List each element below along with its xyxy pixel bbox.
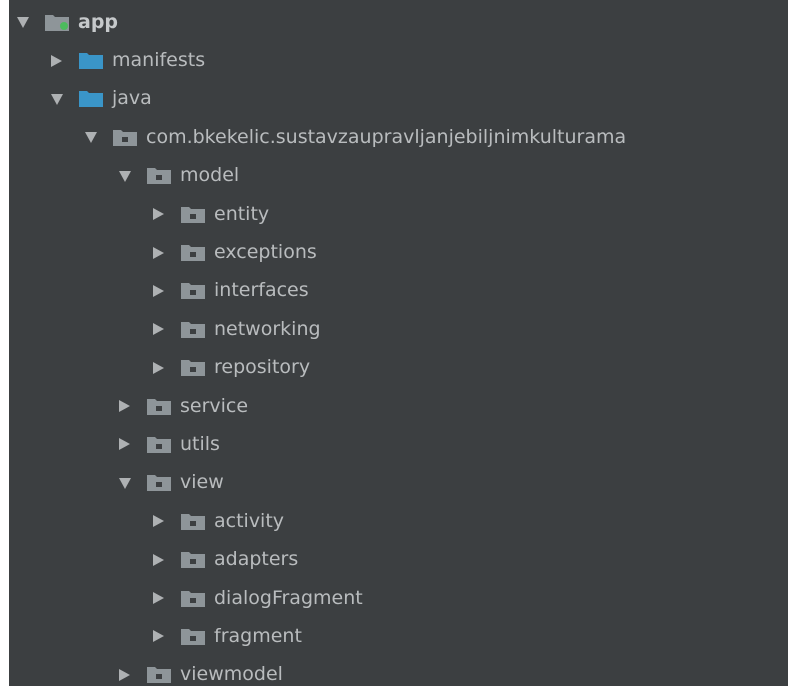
tree-item-label: dialogFragment xyxy=(214,586,363,609)
package-icon xyxy=(181,628,205,645)
tree-item-label: view xyxy=(180,471,224,494)
tree-row[interactable]: app xyxy=(9,3,788,41)
tree-row[interactable]: view xyxy=(9,464,788,502)
source-folder-icon xyxy=(79,90,103,108)
tree-row[interactable]: viewmodel xyxy=(9,656,788,686)
tree-row[interactable]: manifests xyxy=(9,41,788,79)
tree-row[interactable]: java xyxy=(9,80,788,118)
package-icon xyxy=(147,666,171,684)
package-icon xyxy=(181,244,205,262)
tree-row[interactable]: utils xyxy=(9,425,788,463)
package-icon xyxy=(181,590,205,607)
tree-item-label: adapters xyxy=(214,548,299,571)
chevron-down-icon[interactable] xyxy=(51,93,63,105)
package-icon xyxy=(181,551,205,569)
tree-item-label: entity xyxy=(214,202,270,225)
tree-item-label: utils xyxy=(180,432,220,455)
tree-item-label: interfaces xyxy=(214,279,309,302)
chevron-right-icon[interactable] xyxy=(153,630,164,643)
chevron-right-icon[interactable] xyxy=(51,54,62,67)
package-icon xyxy=(147,167,171,185)
tree-row[interactable]: entity xyxy=(9,195,788,233)
tree-row[interactable]: adapters xyxy=(9,540,788,578)
tree-item-label: app xyxy=(78,10,119,33)
package-icon xyxy=(147,398,171,415)
package-icon xyxy=(181,282,205,300)
tree-item-label: manifests xyxy=(112,49,206,72)
project-tree: app manifests java com.bkekelic.sustavzaupr… xyxy=(9,0,788,686)
chevron-right-icon[interactable] xyxy=(153,515,164,528)
source-folder-icon xyxy=(79,52,103,70)
chevron-right-icon[interactable] xyxy=(153,592,164,605)
tree-item-label: repository xyxy=(214,356,311,379)
tree-item-label: java xyxy=(112,87,152,110)
chevron-right-icon[interactable] xyxy=(153,246,164,259)
tree-row[interactable]: networking xyxy=(9,310,788,348)
tree-item-label: com.bkekelic.sustavzaupravljanjebiljnimk… xyxy=(146,125,627,148)
package-icon xyxy=(147,474,171,492)
package-icon xyxy=(113,129,137,146)
tree-item-label: model xyxy=(180,164,240,187)
package-icon xyxy=(147,436,171,453)
tree-item-label: service xyxy=(180,394,249,417)
tree-row[interactable]: repository xyxy=(9,349,788,387)
tree-row[interactable]: fragment xyxy=(9,617,788,655)
tree-item-label: viewmodel xyxy=(180,663,283,686)
project-tree-panel: app manifests java com.bkekelic.sustavzaupr… xyxy=(9,0,788,686)
tree-row[interactable]: com.bkekelic.sustavzaupravljanjebiljnimk… xyxy=(9,118,788,156)
chevron-right-icon[interactable] xyxy=(119,400,130,413)
package-icon xyxy=(181,513,205,530)
chevron-down-icon[interactable] xyxy=(119,170,131,182)
chevron-right-icon[interactable] xyxy=(119,438,130,451)
tree-row[interactable]: activity xyxy=(9,502,788,540)
package-icon xyxy=(181,359,205,377)
package-icon xyxy=(181,321,205,338)
tree-item-label: exceptions xyxy=(214,241,317,264)
tree-row[interactable]: exceptions xyxy=(9,233,788,271)
chevron-right-icon[interactable] xyxy=(153,284,164,297)
tree-row[interactable]: dialogFragment xyxy=(9,579,788,617)
tree-item-label: activity xyxy=(214,509,285,532)
tree-item-label: fragment xyxy=(214,624,302,647)
chevron-right-icon[interactable] xyxy=(153,208,164,221)
chevron-down-icon[interactable] xyxy=(17,17,29,29)
tree-row[interactable]: service xyxy=(9,387,788,425)
module-folder-icon xyxy=(45,14,69,31)
package-icon xyxy=(181,206,205,223)
tree-item-label: networking xyxy=(214,317,321,340)
tree-row[interactable]: model xyxy=(9,157,788,195)
chevron-right-icon[interactable] xyxy=(153,553,164,566)
chevron-down-icon[interactable] xyxy=(85,132,97,144)
tree-row[interactable]: interfaces xyxy=(9,272,788,310)
chevron-right-icon[interactable] xyxy=(153,323,164,336)
chevron-down-icon[interactable] xyxy=(119,477,131,489)
chevron-right-icon[interactable] xyxy=(153,361,164,374)
chevron-right-icon[interactable] xyxy=(119,668,130,681)
